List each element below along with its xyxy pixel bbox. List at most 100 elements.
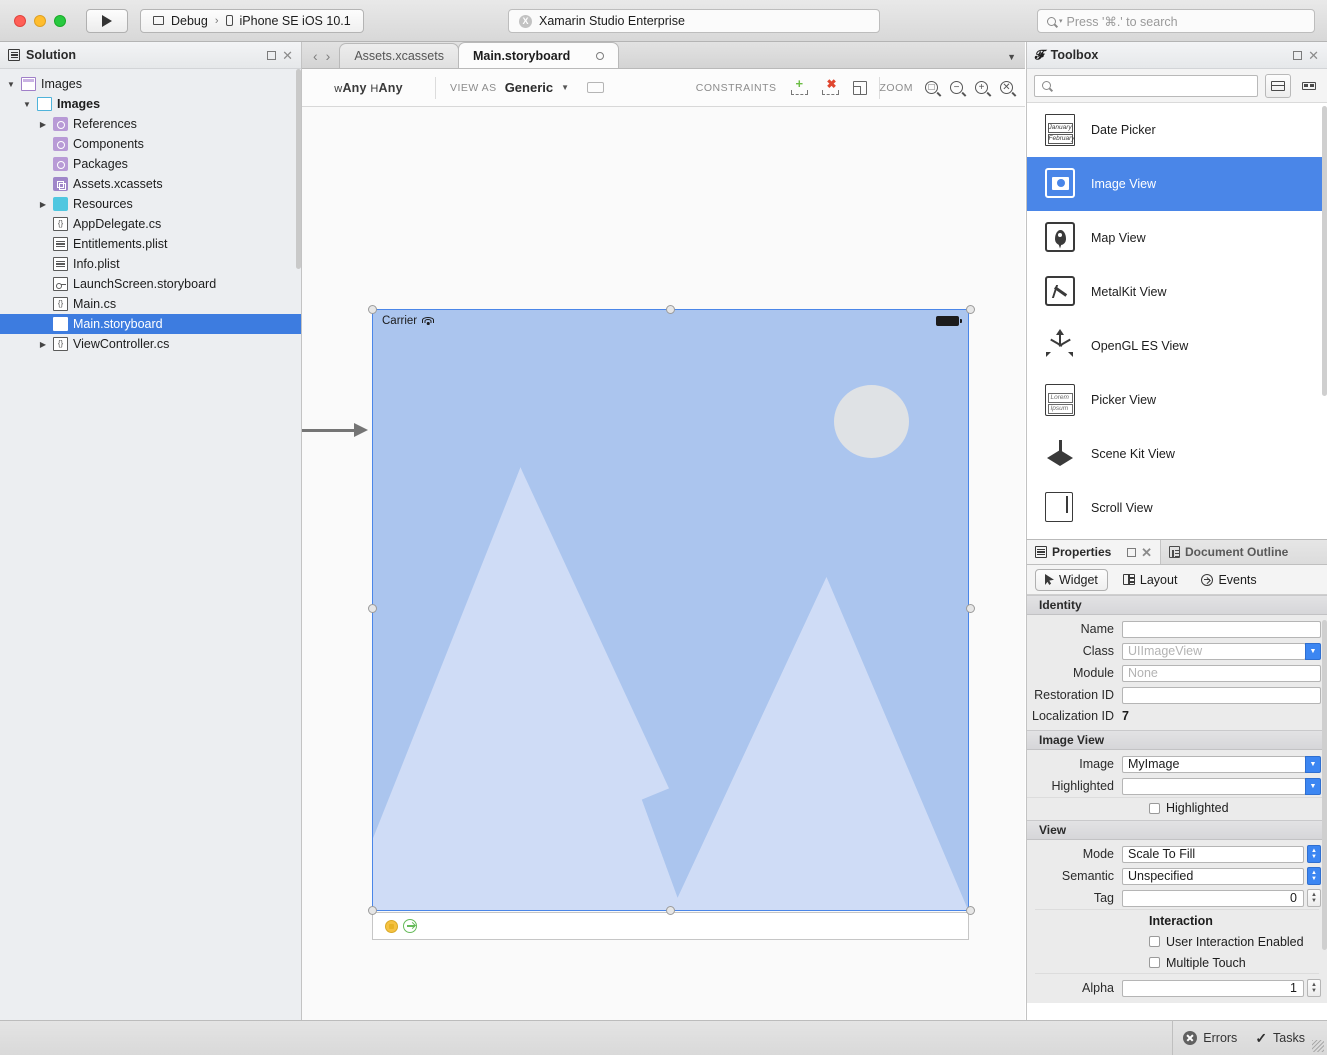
resize-handle-middle-right[interactable]: [966, 604, 975, 613]
checkbox-row-user-interaction[interactable]: User Interaction Enabled: [1027, 931, 1327, 952]
errors-status-button[interactable]: Errors: [1183, 1031, 1237, 1045]
resize-grip[interactable]: [1312, 1040, 1324, 1052]
toolbox-item-map-view[interactable]: Map View: [1027, 211, 1327, 265]
solution-tree[interactable]: ▼Images▼Images▶ReferencesComponentsPacka…: [0, 69, 301, 354]
pin-panel-button[interactable]: [1293, 51, 1302, 60]
solution-item-appdelegate-cs[interactable]: {}AppDelegate.cs: [0, 214, 301, 234]
toolbox-compact-view-button[interactable]: [1298, 74, 1320, 98]
solution-item-components[interactable]: Components: [0, 134, 301, 154]
toolbox-item-metalkit-view[interactable]: MetalKit View: [1027, 265, 1327, 319]
module-input[interactable]: None: [1122, 665, 1321, 682]
pin-panel-button[interactable]: [1127, 548, 1136, 557]
twisty-icon[interactable]: ▶: [38, 340, 48, 349]
toolbox-list-view-button[interactable]: [1265, 74, 1291, 98]
device-frame[interactable]: Carrier: [368, 305, 968, 940]
exit-segue-icon[interactable]: [403, 919, 417, 933]
resize-handle-bottom-center[interactable]: [666, 906, 675, 915]
solution-item-resources[interactable]: ▶Resources: [0, 194, 301, 214]
zoom-fit-icon[interactable]: □: [925, 81, 938, 94]
zoom-out-icon[interactable]: −: [950, 81, 963, 94]
semantic-select[interactable]: Unspecified: [1122, 868, 1304, 885]
resize-handle-top-right[interactable]: [966, 305, 975, 314]
solution-item-images[interactable]: ▼Images: [0, 74, 301, 94]
minimize-window-button[interactable]: [34, 15, 46, 27]
tasks-status-button[interactable]: ✓ Tasks: [1255, 1030, 1305, 1047]
checkbox-row-multiple-touch[interactable]: Multiple Touch: [1027, 952, 1327, 973]
tag-input[interactable]: 0: [1122, 890, 1304, 907]
alpha-input[interactable]: 1: [1122, 980, 1304, 997]
solution-item-main-cs[interactable]: {}Main.cs: [0, 294, 301, 314]
resize-handle-top-left[interactable]: [368, 305, 377, 314]
solution-item-packages[interactable]: Packages: [0, 154, 301, 174]
toolbox-item-scene-kit-view[interactable]: Scene Kit View: [1027, 427, 1327, 481]
chevron-down-icon[interactable]: ▼: [561, 83, 569, 92]
resize-handle-top-center[interactable]: [666, 305, 675, 314]
mode-select[interactable]: Scale To Fill: [1122, 846, 1304, 863]
window-controls[interactable]: [14, 15, 66, 27]
close-window-button[interactable]: [14, 15, 26, 27]
toolbox-item-scroll-view[interactable]: Scroll View: [1027, 481, 1327, 535]
highlighted-image-input[interactable]: [1122, 778, 1306, 795]
segment-layout[interactable]: Layout: [1114, 570, 1187, 590]
twisty-icon[interactable]: ▼: [6, 80, 16, 89]
twisty-icon[interactable]: ▼: [22, 100, 32, 109]
toolbox-item-date-picker[interactable]: JanuaryFebruaryDate Picker: [1027, 103, 1327, 157]
semantic-stepper-icon[interactable]: ▲▼: [1307, 867, 1321, 885]
tab-properties[interactable]: Properties ✕: [1027, 540, 1160, 564]
solution-item-info-plist[interactable]: Info.plist: [0, 254, 301, 274]
properties-scrollbar[interactable]: [1322, 620, 1327, 1015]
remove-constraint-button[interactable]: ✖: [822, 79, 839, 96]
zoom-reset-icon[interactable]: ✕: [1000, 81, 1013, 94]
toolbox-item-image-view[interactable]: Image View: [1027, 157, 1327, 211]
multiple-touch-checkbox[interactable]: [1149, 957, 1160, 968]
tab-document-outline[interactable]: Document Outline: [1160, 540, 1296, 564]
highlighted-image-dropdown-button[interactable]: ▼: [1305, 778, 1321, 795]
nav-back-icon[interactable]: ‹: [313, 50, 318, 62]
solution-item-viewcontroller-cs[interactable]: ▶{}ViewController.cs: [0, 334, 301, 354]
maximize-window-button[interactable]: [54, 15, 66, 27]
toolbox-item-list[interactable]: JanuaryFebruaryDate PickerImage ViewMap …: [1027, 103, 1327, 535]
close-panel-button[interactable]: ✕: [1308, 51, 1319, 60]
solution-item-launchscreen-storyboard[interactable]: LaunchScreen.storyboard: [0, 274, 301, 294]
alpha-stepper-icon[interactable]: ▲▼: [1307, 979, 1321, 997]
global-search-input[interactable]: ▾ Press '⌘.' to search: [1037, 9, 1315, 33]
highlighted-checkbox[interactable]: [1149, 803, 1160, 814]
solution-item-entitlements-plist[interactable]: Entitlements.plist: [0, 234, 301, 254]
restoration-id-input[interactable]: [1122, 687, 1321, 704]
tab-assets-xcassets[interactable]: Assets.xcassets: [339, 43, 459, 68]
toolbox-scrollbar[interactable]: [1322, 76, 1327, 539]
device-preview-icon[interactable]: [587, 82, 604, 93]
toolbox-item-picker-view[interactable]: LoremIpsumPicker View: [1027, 373, 1327, 427]
solution-item-images[interactable]: ▼Images: [0, 94, 301, 114]
class-dropdown-button[interactable]: ▼: [1305, 643, 1321, 660]
segment-widget[interactable]: Widget: [1035, 569, 1108, 591]
run-button[interactable]: [86, 9, 128, 33]
tab-navigation[interactable]: ‹ ›: [302, 50, 339, 68]
image-view-selected[interactable]: Carrier: [372, 309, 969, 911]
resize-handle-bottom-right[interactable]: [966, 906, 975, 915]
tab-overflow-menu-icon[interactable]: ▼: [1007, 52, 1016, 62]
run-configuration-selector[interactable]: Debug › iPhone SE iOS 10.1: [140, 9, 364, 33]
tab-dirty-indicator-icon[interactable]: [596, 52, 604, 60]
add-constraint-button[interactable]: +: [791, 79, 808, 96]
resize-handle-bottom-left[interactable]: [368, 906, 377, 915]
first-responder-icon[interactable]: [385, 920, 398, 933]
zoom-in-icon[interactable]: +: [975, 81, 988, 94]
twisty-icon[interactable]: ▶: [38, 120, 48, 129]
view-as-control[interactable]: VIEW AS Generic ▼: [436, 80, 604, 95]
update-frames-button[interactable]: [853, 81, 867, 95]
resize-handle-middle-left[interactable]: [368, 604, 377, 613]
tag-stepper-icon[interactable]: ▲▼: [1307, 889, 1321, 907]
toolbox-item-opengl-es-view[interactable]: OpenGL ES View: [1027, 319, 1327, 373]
design-canvas[interactable]: Carrier: [302, 107, 1025, 1020]
view-controller-bar[interactable]: [372, 912, 969, 940]
solution-item-assets-xcassets[interactable]: Assets.xcassets: [0, 174, 301, 194]
tab-main-storyboard[interactable]: Main.storyboard: [458, 42, 619, 68]
solution-item-main-storyboard[interactable]: Main.storyboard: [0, 314, 301, 334]
twisty-icon[interactable]: ▶: [38, 200, 48, 209]
image-input[interactable]: MyImage: [1122, 756, 1306, 773]
image-dropdown-button[interactable]: ▼: [1305, 756, 1321, 773]
solution-scrollbar[interactable]: [296, 69, 301, 369]
segment-events[interactable]: Events: [1192, 570, 1265, 590]
nav-forward-icon[interactable]: ›: [326, 50, 331, 62]
